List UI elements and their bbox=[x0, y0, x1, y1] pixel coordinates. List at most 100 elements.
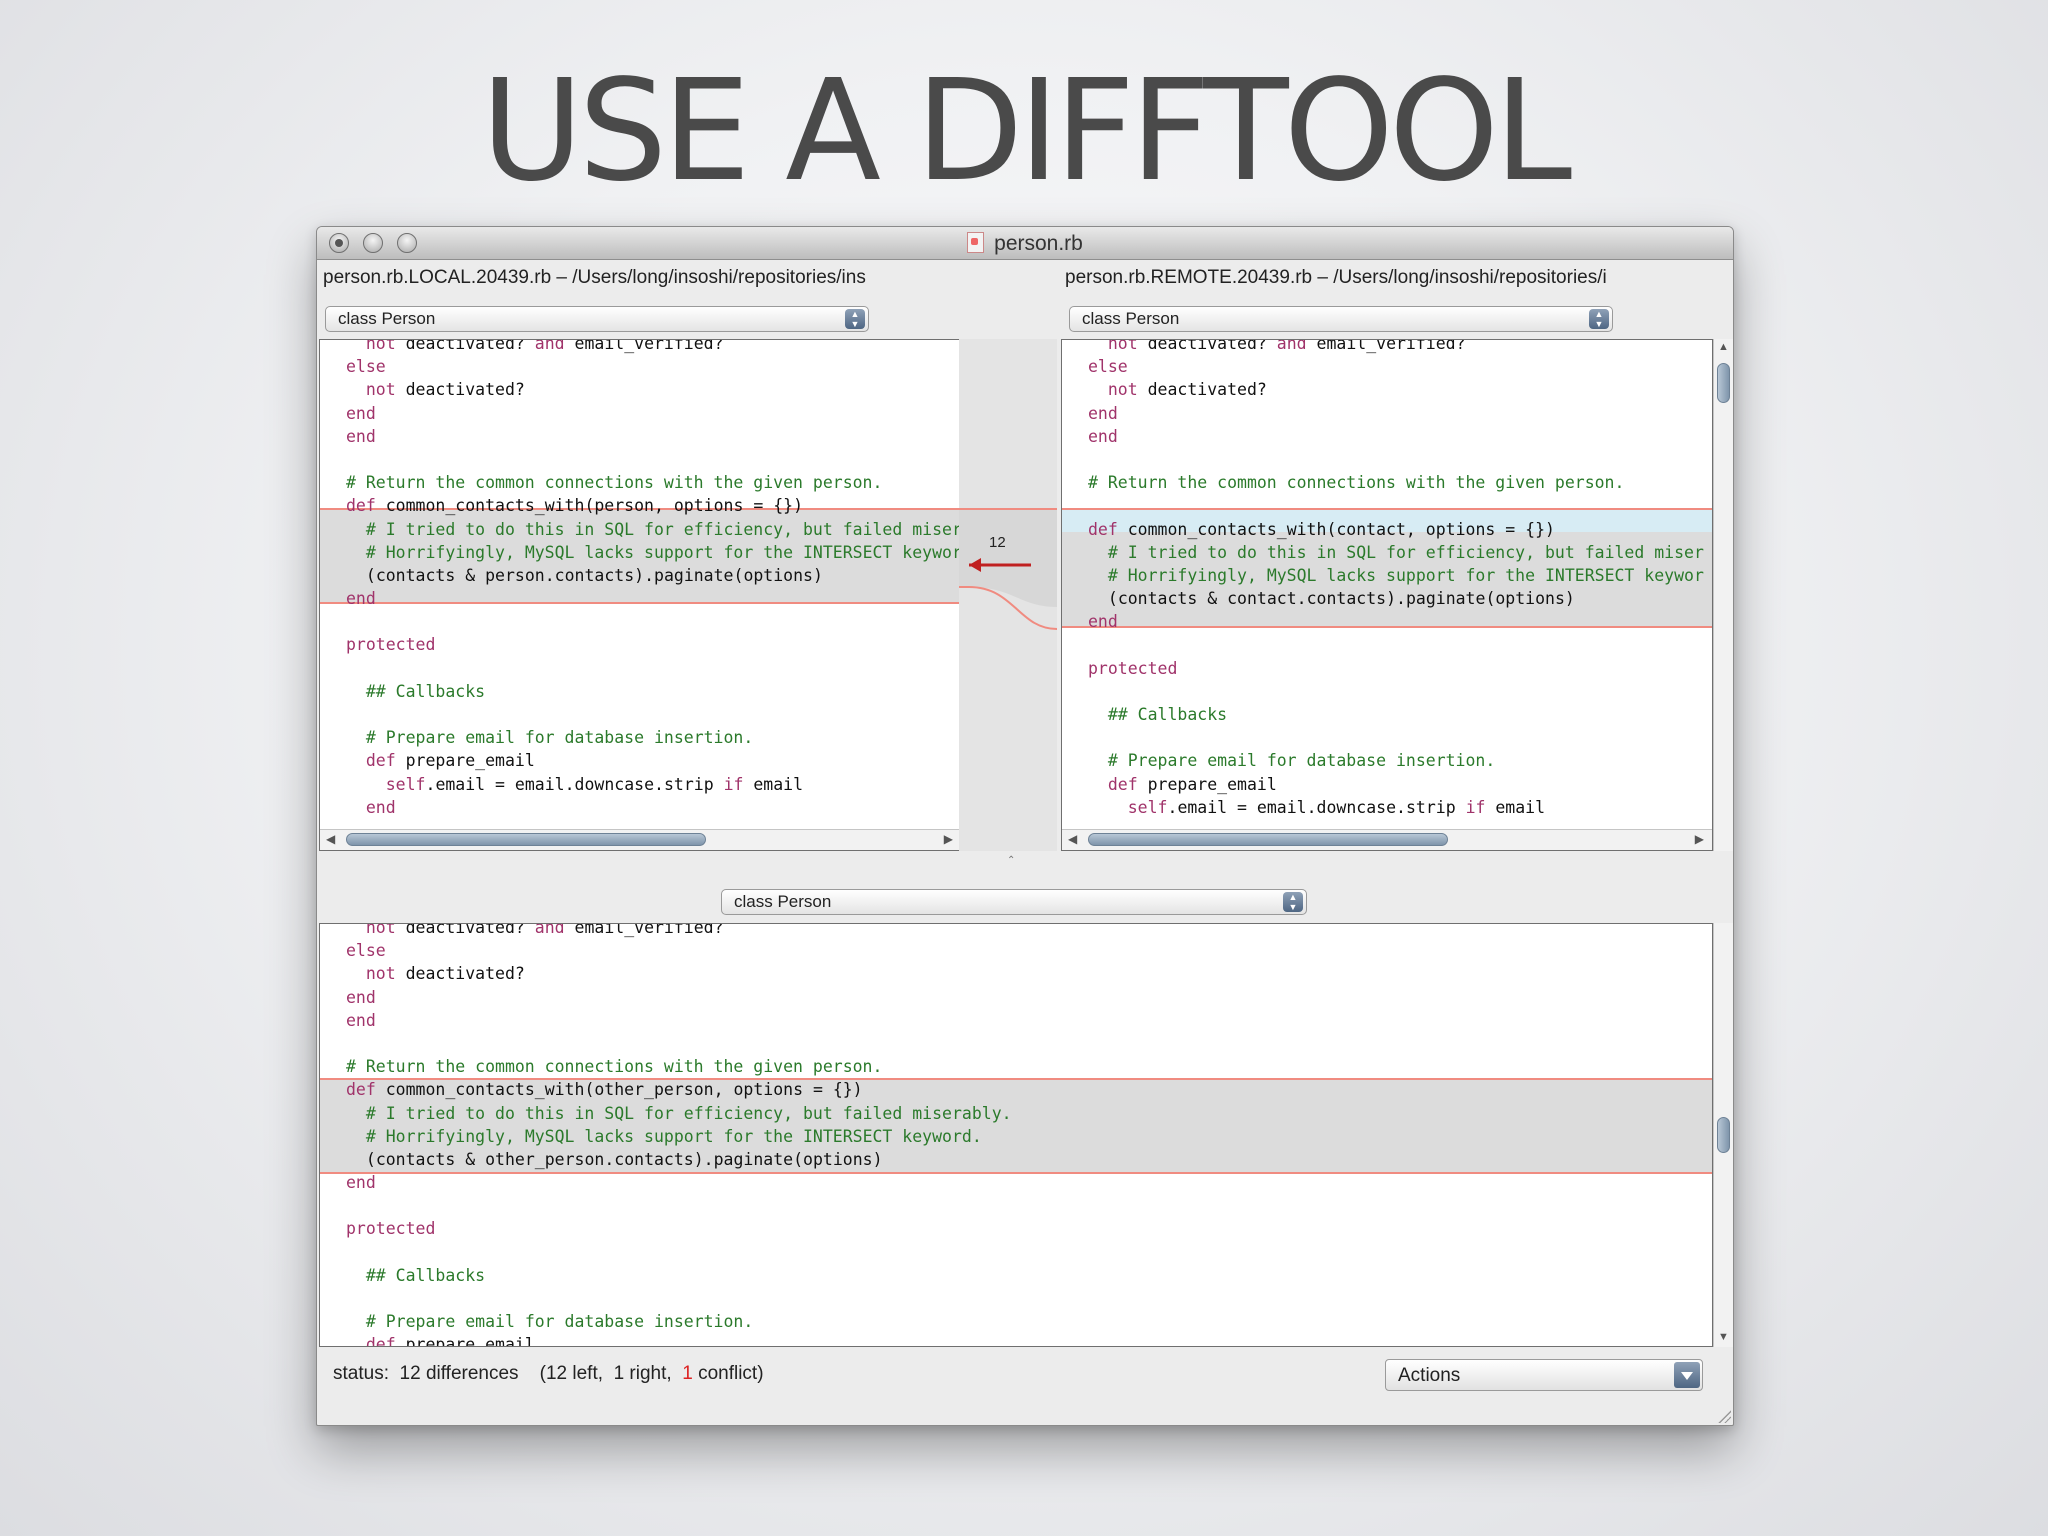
diff-connector-shape bbox=[959, 508, 1058, 630]
popup-arrows-icon: ▲ ▼ bbox=[845, 309, 865, 329]
merge-code-line: ## Callbacks bbox=[365, 1265, 486, 1285]
conflict-count: 1 bbox=[682, 1363, 693, 1384]
right-file-path: person.rb.REMOTE.20439.rb – /Users/long/… bbox=[1065, 267, 1607, 288]
right-code-line: # I tried to do this in SQL for efficien… bbox=[1107, 542, 1704, 562]
dropdown-arrow-icon bbox=[1674, 1362, 1700, 1388]
merge-code-line: # Prepare email for database insertion. bbox=[365, 1312, 754, 1332]
top-vertical-scrollbar[interactable]: ▲ bbox=[1713, 339, 1733, 851]
right-code-line bbox=[1062, 680, 1712, 703]
status-suffix: conflict) bbox=[692, 1363, 764, 1384]
right-code-line bbox=[1062, 726, 1712, 749]
left-code-line: end bbox=[346, 403, 376, 423]
left-file-path: person.rb.LOCAL.20439.rb – /Users/long/i… bbox=[323, 267, 866, 288]
right-code-line: else bbox=[1088, 357, 1128, 377]
right-code-line bbox=[1062, 633, 1712, 656]
merge-code-pane[interactable]: not deactivated? and email_verified?else… bbox=[319, 923, 1713, 1347]
merge-code: not deactivated? and email_verified?else… bbox=[320, 923, 1712, 1347]
scroll-down-arrow-icon[interactable]: ▼ bbox=[1718, 1331, 1729, 1343]
scroll-up-arrow-icon[interactable]: ▲ bbox=[1718, 341, 1729, 353]
left-horizontal-scrollbar[interactable]: ◀ ▶ bbox=[320, 829, 961, 850]
title-bar: person.rb bbox=[317, 227, 1733, 260]
right-code-line: # Return the common connections with the… bbox=[1088, 473, 1625, 493]
left-code-line: not deactivated? bbox=[365, 380, 525, 400]
merge-code-line: # I tried to do this in SQL for efficien… bbox=[365, 1103, 1012, 1123]
merge-code-line: not deactivated? and email_verified? bbox=[365, 923, 724, 937]
merge-code-line: not deactivated? bbox=[365, 964, 525, 984]
resize-grip-icon[interactable] bbox=[1717, 1409, 1731, 1423]
right-scroll-thumb[interactable] bbox=[1088, 833, 1448, 846]
merge-code-line: def common_contacts_with(other_person, o… bbox=[346, 1080, 863, 1100]
split-view-handle[interactable]: ⌃ bbox=[1007, 855, 1015, 866]
left-code-line bbox=[320, 610, 961, 633]
merge-code-line: end bbox=[346, 987, 376, 1007]
right-code-line: not deactivated? and email_verified? bbox=[1107, 339, 1466, 353]
right-horizontal-scrollbar[interactable]: ◀ ▶ bbox=[1062, 829, 1712, 850]
diff-connector-gutter: 12 bbox=[959, 339, 1058, 851]
left-code-line bbox=[320, 703, 961, 726]
merge-code-line: # Horrifyingly, MySQL lacks support for … bbox=[365, 1126, 982, 1146]
merge-code-line bbox=[320, 1241, 1712, 1264]
right-class-popup-label: class Person bbox=[1082, 309, 1180, 328]
left-code-line: not deactivated? and email_verified? bbox=[365, 339, 724, 353]
merge-code-line: def prepare_email bbox=[365, 1335, 535, 1347]
left-code-line: end bbox=[346, 426, 376, 446]
actions-label: Actions bbox=[1398, 1365, 1461, 1386]
merge-code-line: protected bbox=[346, 1219, 436, 1239]
left-code-line bbox=[320, 657, 961, 680]
popup-arrows-icon: ▲ ▼ bbox=[1283, 892, 1303, 912]
merge-class-popup-label: class Person bbox=[734, 892, 832, 911]
left-code-line: ## Callbacks bbox=[365, 681, 486, 701]
merge-code-line: end bbox=[346, 1010, 376, 1030]
right-code-line: end bbox=[1088, 426, 1118, 446]
merge-code-line bbox=[320, 1287, 1712, 1310]
right-code-line: def prepare_email bbox=[1107, 774, 1277, 794]
right-code-line: protected bbox=[1088, 658, 1178, 678]
document-icon bbox=[967, 232, 985, 253]
filemerge-window: person.rb person.rb.LOCAL.20439.rb – /Us… bbox=[316, 226, 1734, 1426]
right-code-line: def common_contacts_with(contact, option… bbox=[1088, 519, 1555, 539]
merge-code-line bbox=[320, 1032, 1712, 1055]
top-vertical-scroll-thumb[interactable] bbox=[1717, 363, 1730, 403]
scroll-left-arrow-icon[interactable]: ◀ bbox=[1068, 832, 1077, 846]
merge-vertical-scrollbar[interactable]: ▼ bbox=[1713, 923, 1733, 1347]
left-class-popup[interactable]: class Person ▲ ▼ bbox=[325, 306, 869, 332]
left-code-line: end bbox=[346, 589, 376, 609]
left-scroll-thumb[interactable] bbox=[346, 833, 706, 846]
status-text: status: 12 differences (12 left, 1 right… bbox=[333, 1363, 764, 1385]
right-code-line: (contacts & contact.contacts).paginate(o… bbox=[1088, 589, 1575, 609]
merge-code-line: end bbox=[346, 1173, 376, 1193]
merge-code-line: # Return the common connections with the… bbox=[346, 1057, 883, 1077]
left-code-line: # Prepare email for database insertion. bbox=[365, 728, 754, 748]
scroll-left-arrow-icon[interactable]: ◀ bbox=[326, 832, 335, 846]
right-code-line: # Horrifyingly, MySQL lacks support for … bbox=[1107, 565, 1704, 585]
right-code-line: not deactivated? bbox=[1107, 380, 1267, 400]
scroll-right-arrow-icon[interactable]: ▶ bbox=[944, 832, 953, 846]
left-code-line: self.email = email.downcase.strip if ema… bbox=[385, 774, 804, 794]
right-code-line: self.email = email.downcase.strip if ema… bbox=[1127, 797, 1546, 817]
window-title: person.rb bbox=[994, 232, 1083, 255]
left-code-line: protected bbox=[346, 635, 436, 655]
right-code-line bbox=[1062, 448, 1712, 471]
left-code-line bbox=[320, 448, 961, 471]
merge-code-line: (contacts & other_person.contacts).pagin… bbox=[346, 1149, 883, 1169]
left-code-line: (contacts & person.contacts).paginate(op… bbox=[346, 565, 823, 585]
scroll-right-arrow-icon[interactable]: ▶ bbox=[1695, 832, 1704, 846]
right-code-line: # Prepare email for database insertion. bbox=[1107, 751, 1496, 771]
window-title-group: person.rb bbox=[317, 232, 1733, 256]
diff-number-label: 12 bbox=[989, 534, 1006, 551]
left-code-line: # I tried to do this in SQL for efficien… bbox=[365, 519, 962, 539]
actions-dropdown[interactable]: Actions bbox=[1385, 1359, 1703, 1391]
right-code-pane[interactable]: not deactivated? and email_verified?else… bbox=[1061, 339, 1713, 851]
right-class-popup[interactable]: class Person ▲ ▼ bbox=[1069, 306, 1613, 332]
right-code-line: ## Callbacks bbox=[1107, 705, 1228, 724]
right-code-line: end bbox=[1088, 612, 1118, 632]
left-code-pane[interactable]: not deactivated? and email_verified? else… bbox=[319, 339, 962, 851]
slide-title: USE A DIFFTOOL bbox=[480, 50, 1572, 213]
merge-vertical-scroll-thumb[interactable] bbox=[1717, 1117, 1730, 1153]
left-code-line: # Return the common connections with the… bbox=[346, 473, 883, 493]
left-code-line: end bbox=[365, 797, 396, 817]
merge-code-line: else bbox=[346, 941, 386, 961]
right-code: not deactivated? and email_verified?else… bbox=[1062, 339, 1712, 819]
right-code-line: end bbox=[1088, 403, 1118, 423]
merge-class-popup[interactable]: class Person ▲ ▼ bbox=[721, 889, 1307, 915]
